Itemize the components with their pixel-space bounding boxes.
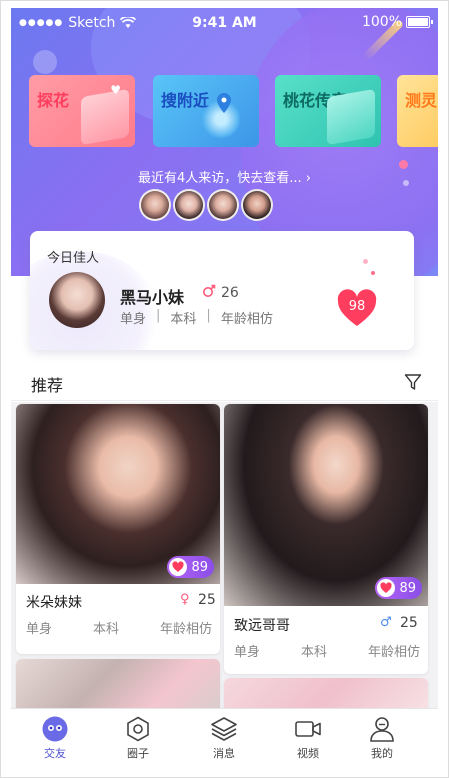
likes-count: 89 bbox=[191, 559, 208, 575]
feature-label: 搜附近 bbox=[161, 91, 210, 110]
female-icon: ♀ bbox=[180, 592, 190, 607]
tag-single: 单身 bbox=[120, 312, 147, 327]
visitor-avatars[interactable] bbox=[139, 189, 273, 221]
post-tags: 单身 本科 年龄相仿 bbox=[234, 641, 420, 660]
tab-label: 消息 bbox=[213, 747, 235, 760]
female-icon bbox=[203, 284, 216, 297]
tag-single: 单身 bbox=[234, 645, 261, 660]
post-card[interactable]: 89 致远哥哥 ♂ 25 单身 本科 年龄相仿 bbox=[224, 404, 428, 674]
tab-profile[interactable]: 我的 bbox=[352, 715, 412, 761]
likes-count: 89 bbox=[399, 580, 416, 596]
tag-age-match: 年龄相仿 bbox=[220, 312, 273, 327]
today-best-card[interactable]: 今日佳人 黑马小妹 26 单身 | 本科 | 年龄相仿 98 bbox=[30, 231, 414, 350]
tab-label: 交友 bbox=[44, 747, 66, 760]
tag-education: 本科 bbox=[92, 622, 119, 637]
voice-illustration bbox=[327, 88, 375, 146]
tag-single: 单身 bbox=[26, 622, 53, 637]
avatar[interactable] bbox=[49, 272, 105, 328]
recommend-header: 推荐 bbox=[11, 363, 438, 401]
match-score: 98 bbox=[348, 299, 366, 314]
user-age: 26 bbox=[221, 285, 239, 301]
hexagon-icon bbox=[127, 716, 149, 742]
post-user-age: 25 bbox=[198, 592, 216, 608]
status-bar: ●●●●● Sketch 9:41 AM 100% bbox=[11, 8, 438, 38]
tab-friends[interactable]: 交友 bbox=[25, 715, 85, 761]
feature-label: 测灵 bbox=[405, 91, 438, 110]
app-screen: ●●●●● Sketch 9:41 AM 100% 探花 ♥ 搜附近 桃花传音 … bbox=[11, 8, 438, 768]
feature-label: 探花 bbox=[37, 91, 70, 110]
tab-circle[interactable]: 圈子 bbox=[108, 715, 168, 761]
tab-label: 我的 bbox=[371, 747, 393, 760]
likes-badge[interactable]: 89 bbox=[375, 577, 422, 599]
match-score-heart: 98 bbox=[337, 289, 377, 329]
feature-carousel[interactable]: 探花 ♥ 搜附近 桃花传音 测灵 bbox=[29, 75, 438, 147]
location-pin-icon bbox=[217, 93, 231, 113]
card-title: 今日佳人 bbox=[47, 251, 100, 266]
male-icon: ♂ bbox=[380, 615, 392, 630]
decor-dot bbox=[33, 50, 57, 74]
avatar[interactable] bbox=[207, 189, 239, 221]
profile-icon bbox=[370, 717, 394, 742]
tab-messages[interactable]: 消息 bbox=[194, 715, 254, 761]
avatar[interactable] bbox=[173, 189, 205, 221]
post-user-name: 米朵妹妹 bbox=[26, 595, 82, 611]
tanhua-illustration bbox=[81, 88, 129, 146]
filter-icon[interactable] bbox=[404, 373, 422, 391]
post-photo[interactable] bbox=[224, 404, 428, 606]
feature-test[interactable]: 测灵 bbox=[397, 75, 438, 147]
chat-face-icon bbox=[42, 716, 68, 742]
chevron-right-icon: › bbox=[305, 171, 311, 186]
tab-label: 圈子 bbox=[127, 747, 149, 760]
feature-nearby[interactable]: 搜附近 bbox=[153, 75, 259, 147]
tab-label: 视频 bbox=[297, 747, 319, 760]
post-user-age: 25 bbox=[400, 615, 418, 631]
user-name: 黑马小妹 bbox=[120, 288, 185, 307]
post-tags: 单身 本科 年龄相仿 bbox=[26, 618, 212, 637]
visitor-notice[interactable]: 最近有4人来访，快去查看... › bbox=[11, 167, 438, 186]
user-tags: 单身 | 本科 | 年龄相仿 bbox=[120, 308, 273, 327]
tag-age-match: 年龄相仿 bbox=[159, 622, 212, 637]
heart-icon bbox=[172, 561, 185, 572]
tag-education: 本科 bbox=[300, 645, 327, 660]
post-card[interactable]: 89 米朵妹妹 ♀ 25 单身 本科 年龄相仿 bbox=[16, 404, 220, 654]
heart-icon: ♥ bbox=[110, 83, 121, 97]
tag-age-match: 年龄相仿 bbox=[367, 645, 420, 660]
tab-video[interactable]: 视频 bbox=[278, 715, 338, 761]
tag-education: 本科 bbox=[170, 312, 197, 327]
layers-icon bbox=[211, 717, 237, 741]
bottom-tab-bar: 交友 圈子 消息 视频 我的 bbox=[11, 708, 438, 768]
section-title: 推荐 bbox=[31, 376, 64, 395]
likes-badge[interactable]: 89 bbox=[167, 556, 214, 578]
battery-percent: 100% bbox=[361, 14, 402, 30]
post-user-name: 致远哥哥 bbox=[234, 618, 290, 634]
feature-voice[interactable]: 桃花传音 bbox=[275, 75, 381, 147]
video-icon bbox=[295, 721, 321, 737]
visitor-text: 最近有4人来访，快去查看... bbox=[137, 171, 302, 186]
heart-icon bbox=[380, 582, 393, 593]
feature-tanhua[interactable]: 探花 ♥ bbox=[29, 75, 135, 147]
battery-icon bbox=[406, 16, 433, 28]
avatar[interactable] bbox=[241, 189, 273, 221]
avatar[interactable] bbox=[139, 189, 171, 221]
